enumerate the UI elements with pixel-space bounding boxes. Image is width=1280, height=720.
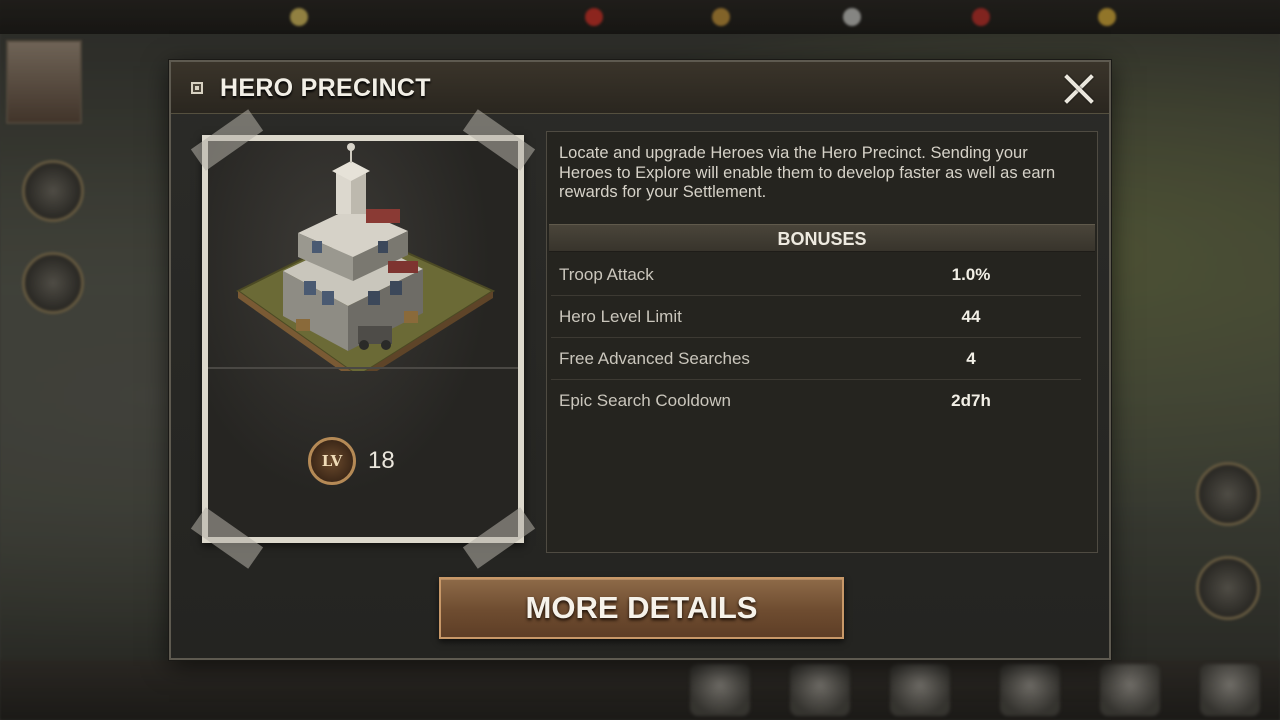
building-card-inner: LV 18 — [208, 141, 518, 537]
building-illustration — [236, 143, 496, 371]
close-icon[interactable] — [1059, 68, 1099, 108]
bonus-row: Hero Level Limit 44 — [551, 296, 1081, 338]
title-bullet-icon — [191, 82, 203, 94]
bonus-name: Epic Search Cooldown — [559, 391, 731, 410]
dialog-title-bar: HERO PRECINCT — [171, 62, 1109, 114]
level-badge-icon: LV — [308, 437, 356, 485]
bonus-value: 2d7h — [951, 391, 991, 410]
bonus-name: Hero Level Limit — [559, 307, 682, 326]
dialog-title: HERO PRECINCT — [220, 74, 431, 102]
building-description: Locate and upgrade Heroes via the Hero P… — [559, 144, 1056, 201]
bonus-row: Epic Search Cooldown 2d7h — [551, 380, 1081, 422]
bonus-row: Free Advanced Searches 4 — [551, 338, 1081, 380]
info-panel: Locate and upgrade Heroes via the Hero P… — [546, 131, 1098, 553]
bonus-value: 1.0% — [951, 265, 991, 284]
hero-precinct-dialog: HERO PRECINCT LV 18 Locate and upgrade H… — [169, 60, 1111, 660]
bonuses-header: BONUSES — [549, 224, 1095, 252]
bonus-value: 4 — [966, 349, 976, 368]
card-divider — [208, 367, 518, 369]
building-level: LV 18 — [308, 437, 395, 485]
bonus-name: Troop Attack — [559, 265, 654, 284]
bonus-name: Free Advanced Searches — [559, 349, 750, 368]
level-value: 18 — [368, 447, 395, 474]
building-card: LV 18 — [190, 109, 536, 569]
bonus-row: Troop Attack 1.0% — [551, 254, 1081, 296]
level-badge-text: LV — [321, 452, 343, 470]
bonus-value: 44 — [961, 307, 981, 326]
more-details-button[interactable]: MORE DETAILS — [439, 577, 844, 639]
